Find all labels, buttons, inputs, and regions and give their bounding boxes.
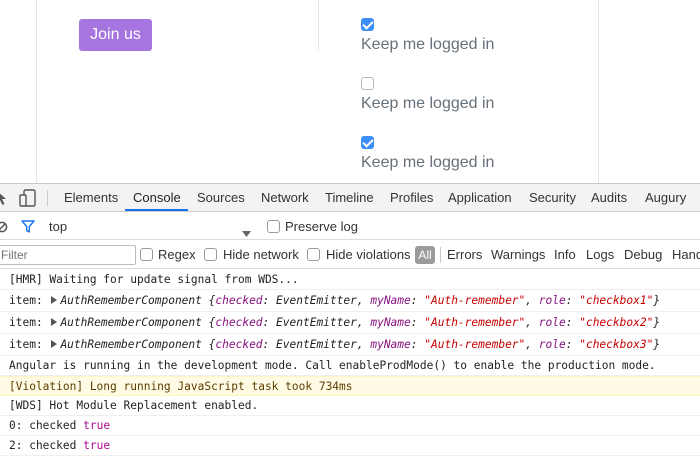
checkbox-checked[interactable] [361, 136, 374, 149]
console-output: [HMR] Waiting for update signal from WDS… [0, 270, 700, 456]
expand-triangle-icon[interactable] [51, 318, 58, 326]
object-value: EventEmitter [276, 294, 357, 307]
page-border-right [598, 0, 599, 183]
checkbox-label: Keep me logged in [361, 154, 495, 171]
clear-console-icon[interactable] [0, 220, 8, 238]
filter-input[interactable] [0, 245, 136, 265]
boolean-value: true [83, 419, 111, 432]
preserve-log-label: Preserve log [285, 219, 358, 234]
level-logs[interactable]: Logs [586, 247, 614, 262]
checked-prefix: 2: checked [9, 439, 77, 452]
object-string: "checkbox2" [579, 316, 654, 329]
active-tab-indicator [125, 209, 188, 211]
object-string: "checkbox3" [579, 338, 654, 351]
web-page: Join us Keep me logged in Keep me logged… [0, 0, 700, 183]
level-debug[interactable]: Debug [624, 247, 662, 262]
object-value: EventEmitter [276, 338, 357, 351]
console-object-row[interactable]: item: AuthRememberComponent {checked: Ev… [0, 290, 700, 312]
object-string: "checkbox1" [579, 294, 654, 307]
level-errors[interactable]: Errors [447, 247, 482, 262]
item-prefix: item: [9, 338, 43, 351]
console-message: Angular is running in the development mo… [0, 356, 700, 376]
tab-elements[interactable]: Elements [64, 184, 118, 212]
object-key: checked [215, 338, 263, 351]
checkbox-label: Keep me logged in [361, 95, 495, 112]
tab-augury[interactable]: Augury [645, 184, 686, 212]
object-key: role [538, 338, 566, 351]
tab-sources[interactable]: Sources [197, 184, 245, 212]
level-handled[interactable]: Handled [672, 247, 700, 262]
join-us-button[interactable]: Join us [79, 19, 152, 51]
console-toolbar: top Preserve log [0, 213, 700, 240]
remember-checkbox-1[interactable]: Keep me logged in [361, 18, 494, 54]
checkbox-label: Keep me logged in [361, 36, 495, 53]
regex-checkbox[interactable] [140, 248, 153, 261]
expand-triangle-icon[interactable] [51, 296, 58, 304]
context-selector[interactable]: top [49, 219, 67, 234]
remember-checkbox-3[interactable]: Keep me logged in [361, 136, 494, 172]
level-info[interactable]: Info [554, 247, 576, 262]
console-violation-message: [Violation] Long running JavaScript task… [0, 376, 700, 396]
console-message: 0: checked true [0, 416, 700, 436]
object-class: AuthRememberComponent [60, 338, 202, 351]
regex-label: Regex [158, 247, 196, 262]
level-all-button[interactable]: All [415, 246, 435, 264]
object-class: AuthRememberComponent [60, 316, 202, 329]
page-border-left [36, 0, 37, 183]
console-message: [WDS] Hot Module Replacement enabled. [0, 396, 700, 416]
boolean-value: true [83, 439, 111, 452]
object-key: checked [215, 294, 263, 307]
level-warnings[interactable]: Warnings [491, 247, 545, 262]
object-key: myName [370, 338, 411, 351]
checkbox-unchecked[interactable] [361, 77, 374, 90]
object-string: "Auth-remember" [424, 294, 526, 307]
object-string: "Auth-remember" [424, 316, 526, 329]
object-key: role [538, 316, 566, 329]
object-value: EventEmitter [276, 316, 357, 329]
tab-network[interactable]: Network [261, 184, 309, 212]
console-message: [HMR] Waiting for update signal from WDS… [0, 270, 700, 290]
item-prefix: item: [9, 294, 43, 307]
filter-icon[interactable] [21, 220, 35, 238]
tab-profiles[interactable]: Profiles [390, 184, 433, 212]
console-message: 2: checked true [0, 436, 700, 456]
object-key: myName [370, 316, 411, 329]
inspect-element-icon[interactable] [0, 190, 8, 211]
tab-security[interactable]: Security [529, 184, 576, 212]
toolbar-separator [47, 190, 48, 206]
hide-network-label: Hide network [223, 247, 299, 262]
checked-prefix: 0: checked [9, 419, 77, 432]
object-key: role [538, 294, 566, 307]
expand-triangle-icon[interactable] [51, 340, 58, 348]
console-object-row[interactable]: item: AuthRememberComponent {checked: Ev… [0, 334, 700, 356]
device-toolbar-icon[interactable] [18, 189, 38, 212]
tab-application[interactable]: Application [448, 184, 512, 212]
hide-violations-label: Hide violations [326, 247, 411, 262]
hide-violations-checkbox[interactable] [307, 248, 320, 261]
object-class: AuthRememberComponent [60, 294, 202, 307]
tab-audits[interactable]: Audits [591, 184, 627, 212]
preserve-log-checkbox[interactable] [267, 220, 280, 233]
checkbox-checked[interactable] [361, 18, 374, 31]
filter-separator [440, 247, 441, 263]
remember-checkbox-2[interactable]: Keep me logged in [361, 77, 494, 113]
object-string: "Auth-remember" [424, 338, 526, 351]
column-divider [318, 0, 319, 50]
devtools-tab-bar: Elements Console Sources Network Timelin… [0, 184, 700, 212]
devtools-panel: Elements Console Sources Network Timelin… [0, 183, 700, 458]
console-object-row[interactable]: item: AuthRememberComponent {checked: Ev… [0, 312, 700, 334]
console-filter-bar: Regex Hide network Hide violations All E… [0, 240, 700, 269]
hide-network-checkbox[interactable] [204, 248, 217, 261]
tab-console[interactable]: Console [133, 184, 181, 212]
object-key: myName [370, 294, 411, 307]
tab-timeline[interactable]: Timeline [325, 184, 374, 212]
item-prefix: item: [9, 316, 43, 329]
object-key: checked [215, 316, 263, 329]
